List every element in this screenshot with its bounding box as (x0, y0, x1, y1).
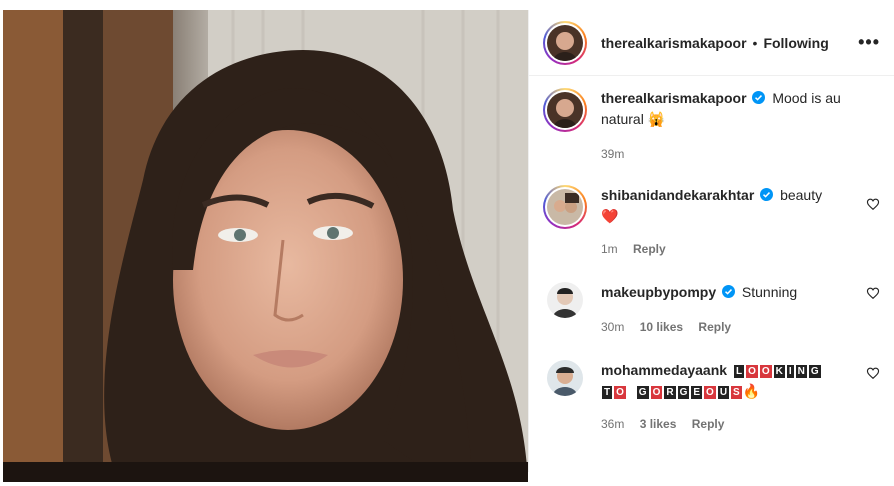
letter-block: U (717, 386, 730, 399)
comments-panel: therealkarismakapoor • Following ••• the… (528, 10, 894, 472)
verified-badge-icon (722, 285, 736, 298)
letter-block: O (759, 365, 772, 378)
following-button[interactable]: Following (763, 35, 828, 51)
comment-time: 30m (601, 320, 625, 334)
post-photo (3, 10, 528, 482)
caption-body: therealkarismakapoor Mood is au natural … (601, 88, 880, 165)
letter-block: S (731, 386, 742, 399)
author-avatar[interactable] (543, 20, 587, 65)
letter-block: T (602, 386, 613, 399)
caption-time: 39m (601, 147, 625, 161)
comment-item: shibanidandekarakhtar beauty ❤️ 1m Reply (543, 185, 880, 260)
heart-icon[interactable] (866, 366, 880, 380)
letter-block: I (786, 365, 794, 378)
comment-emoji: 🔥 (742, 383, 761, 399)
letter-block: N (795, 365, 807, 378)
stylized-text-line2: TO G O R G E O U S 🔥 (601, 381, 858, 402)
comment-username[interactable]: shibanidandekarakhtar (601, 187, 754, 203)
comment-body: makeupbypompy Stunning 30m 10 likes Repl… (601, 282, 880, 338)
commenter-avatar[interactable] (547, 282, 583, 318)
letter-block: O (650, 386, 663, 399)
letter-block: O (746, 365, 758, 378)
comment-meta: 30m 10 likes Reply (601, 317, 858, 338)
comment-body: shibanidandekarakhtar beauty ❤️ 1m Reply (601, 185, 880, 260)
author-username[interactable]: therealkarismakapoor (601, 35, 747, 51)
letter-block: K (773, 365, 785, 378)
comment-username[interactable]: makeupbypompy (601, 284, 716, 300)
verified-badge-icon (760, 188, 774, 201)
comment-time: 1m (601, 242, 618, 256)
comment-time: 36m (601, 417, 625, 431)
commenter-avatar[interactable] (543, 185, 587, 229)
letter-block: G (677, 386, 690, 399)
caption-emoji: 🙀 (647, 111, 666, 127)
comment-body: mohammedayaank LOOKING TO G O R G E O U S 🔥 36m … (601, 360, 880, 435)
letter-block: L (733, 365, 745, 378)
letter-block: R (664, 386, 676, 399)
reply-button[interactable]: Reply (633, 242, 666, 256)
caption-avatar[interactable] (543, 88, 587, 132)
comment-meta: 1m Reply (601, 239, 858, 260)
letter-block: G (808, 365, 821, 378)
caption: therealkarismakapoor Mood is au natural … (543, 88, 880, 165)
comment-item: makeupbypompy Stunning 30m 10 likes Repl… (543, 282, 880, 338)
post-header: therealkarismakapoor • Following ••• (529, 10, 894, 76)
stylized-text-line1: LOOKING (733, 362, 822, 378)
comment-username[interactable]: mohammedayaank (601, 362, 727, 378)
verified-badge-icon (752, 91, 766, 104)
likes-count[interactable]: 3 likes (640, 417, 677, 431)
heart-icon[interactable] (866, 286, 880, 300)
heart-icon[interactable] (866, 197, 880, 211)
commenter-avatar[interactable] (547, 360, 583, 396)
comment-meta: 36m 3 likes Reply (601, 414, 858, 435)
likes-count[interactable]: 10 likes (640, 320, 683, 334)
reply-button[interactable]: Reply (698, 320, 731, 334)
instagram-post-view: therealkarismakapoor • Following ••• the… (0, 0, 894, 486)
letter-block: E (691, 386, 703, 399)
reply-button[interactable]: Reply (692, 417, 725, 431)
letter-block: O (614, 386, 626, 399)
caption-username[interactable]: therealkarismakapoor (601, 90, 747, 106)
letter-block: O (704, 386, 716, 399)
more-options-icon[interactable]: ••• (858, 32, 880, 53)
letter-block: G (636, 386, 649, 399)
comment-text: beauty (780, 187, 823, 203)
separator-dot: • (752, 34, 758, 51)
comments-list: therealkarismakapoor Mood is au natural … (529, 76, 894, 435)
caption-meta: 39m (601, 144, 858, 165)
comment-text: Stunning (741, 284, 798, 300)
comment-emoji: ❤️ (601, 208, 619, 224)
comment-item: mohammedayaank LOOKING TO G O R G E O U S 🔥 36m … (543, 360, 880, 435)
